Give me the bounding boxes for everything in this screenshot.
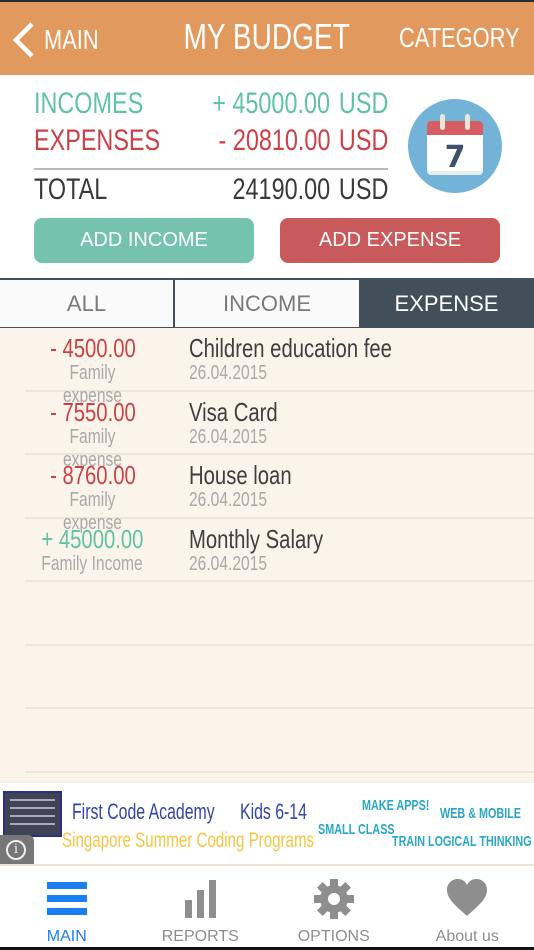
transaction-date: 26.04.2015 [189, 489, 268, 511]
transaction-date: 26.04.2015 [189, 425, 268, 448]
info-icon: i [6, 840, 26, 860]
incomes-currency: USD [338, 87, 388, 120]
calendar-day: 7 [445, 140, 466, 175]
menu-icon [46, 882, 87, 915]
nav-about[interactable]: About us [401, 866, 534, 947]
ad-tag: TRAIN LOGICAL THINKING [392, 833, 532, 850]
nav-reports[interactable]: REPORTS [134, 866, 268, 947]
expenses-label: EXPENSES [34, 124, 161, 157]
transaction-name: Visa Card [189, 396, 278, 427]
incomes-label: INCOMES [34, 87, 144, 120]
transaction-name: Children education fee [189, 333, 392, 363]
incomes-row: INCOMES + 45000.00 USD [34, 87, 388, 125]
nav-main[interactable]: MAIN [0, 866, 134, 947]
tab-all[interactable]: ALL [0, 280, 175, 327]
nav-options-label: OPTIONS [297, 928, 370, 945]
total-amount: 24190.00 [232, 173, 330, 206]
transaction-amount: + 45000.00 [41, 523, 144, 554]
transaction-date: 26.04.2015 [189, 362, 268, 384]
bar-chart-icon [185, 880, 217, 918]
empty-row [25, 582, 534, 646]
gear-icon [313, 879, 354, 919]
transaction-list[interactable]: - 4500.00 Family expense Children educat… [0, 328, 534, 782]
transaction-amount: - 4500.00 [49, 333, 136, 363]
transaction-amount: - 7550.00 [49, 396, 136, 427]
category-button[interactable]: CATEGORY [365, 22, 520, 54]
nav-about-label: About us [435, 928, 499, 945]
ad-info-button[interactable]: i [0, 835, 34, 864]
transaction-name: Monthly Salary [189, 523, 324, 554]
nav-options[interactable]: OPTIONS [267, 866, 401, 947]
transaction-row[interactable]: - 4500.00 Family expense Children educat… [25, 328, 534, 407]
transaction-row[interactable]: + 45000.00 Family Income Monthly Salary … [25, 519, 534, 582]
nav-main-label: MAIN [46, 928, 87, 945]
transaction-row[interactable]: - 7550.00 Family expense Visa Card 26.04… [25, 392, 534, 471]
tab-expense[interactable]: EXPENSE [359, 280, 534, 327]
add-expense-button[interactable]: ADD EXPENSE [280, 218, 500, 263]
tab-bar: MAIN REPORTS OPTIONS About us [0, 866, 534, 950]
transaction-category: Family Income [41, 552, 144, 575]
budget-summary: INCOMES + 45000.00 USD EXPENSES - 20810.… [0, 75, 534, 278]
add-income-button[interactable]: ADD INCOME [34, 218, 254, 263]
total-currency: USD [338, 173, 388, 206]
transaction-amount: - 8760.00 [49, 460, 136, 490]
ad-kids: Kids 6-14 [240, 799, 307, 824]
heart-icon [447, 879, 488, 916]
summary-divider [34, 168, 388, 170]
expenses-currency: USD [338, 124, 388, 157]
transaction-name: House loan [189, 460, 292, 490]
navigation-bar: MAIN MY BUDGET CATEGORY [0, 0, 534, 75]
total-label: TOTAL [34, 173, 108, 206]
expenses-row: EXPENSES - 20810.00 USD [34, 124, 388, 162]
ad-banner[interactable]: i First Code Academy Kids 6-14 Singapore… [0, 782, 534, 866]
incomes-amount: + 45000.00 [212, 87, 330, 120]
transaction-date: 26.04.2015 [189, 552, 268, 575]
tab-income[interactable]: INCOME [175, 280, 359, 327]
filter-tabs: ALL INCOME EXPENSE [0, 278, 534, 328]
ad-title: First Code Academy Kids 6-14 [72, 799, 307, 824]
empty-row [25, 646, 534, 709]
transaction-row[interactable]: - 8760.00 Family expense House loan 26.0… [25, 455, 534, 534]
empty-row [25, 709, 534, 773]
ad-tag: WEB & MOBILE [440, 805, 521, 822]
ad-computer-image [3, 791, 62, 837]
nav-reports-label: REPORTS [161, 928, 239, 945]
total-row: TOTAL 24190.00 USD [34, 173, 388, 211]
calendar-icon[interactable]: 7 [408, 99, 502, 193]
expenses-amount: - 20810.00 [218, 124, 330, 157]
